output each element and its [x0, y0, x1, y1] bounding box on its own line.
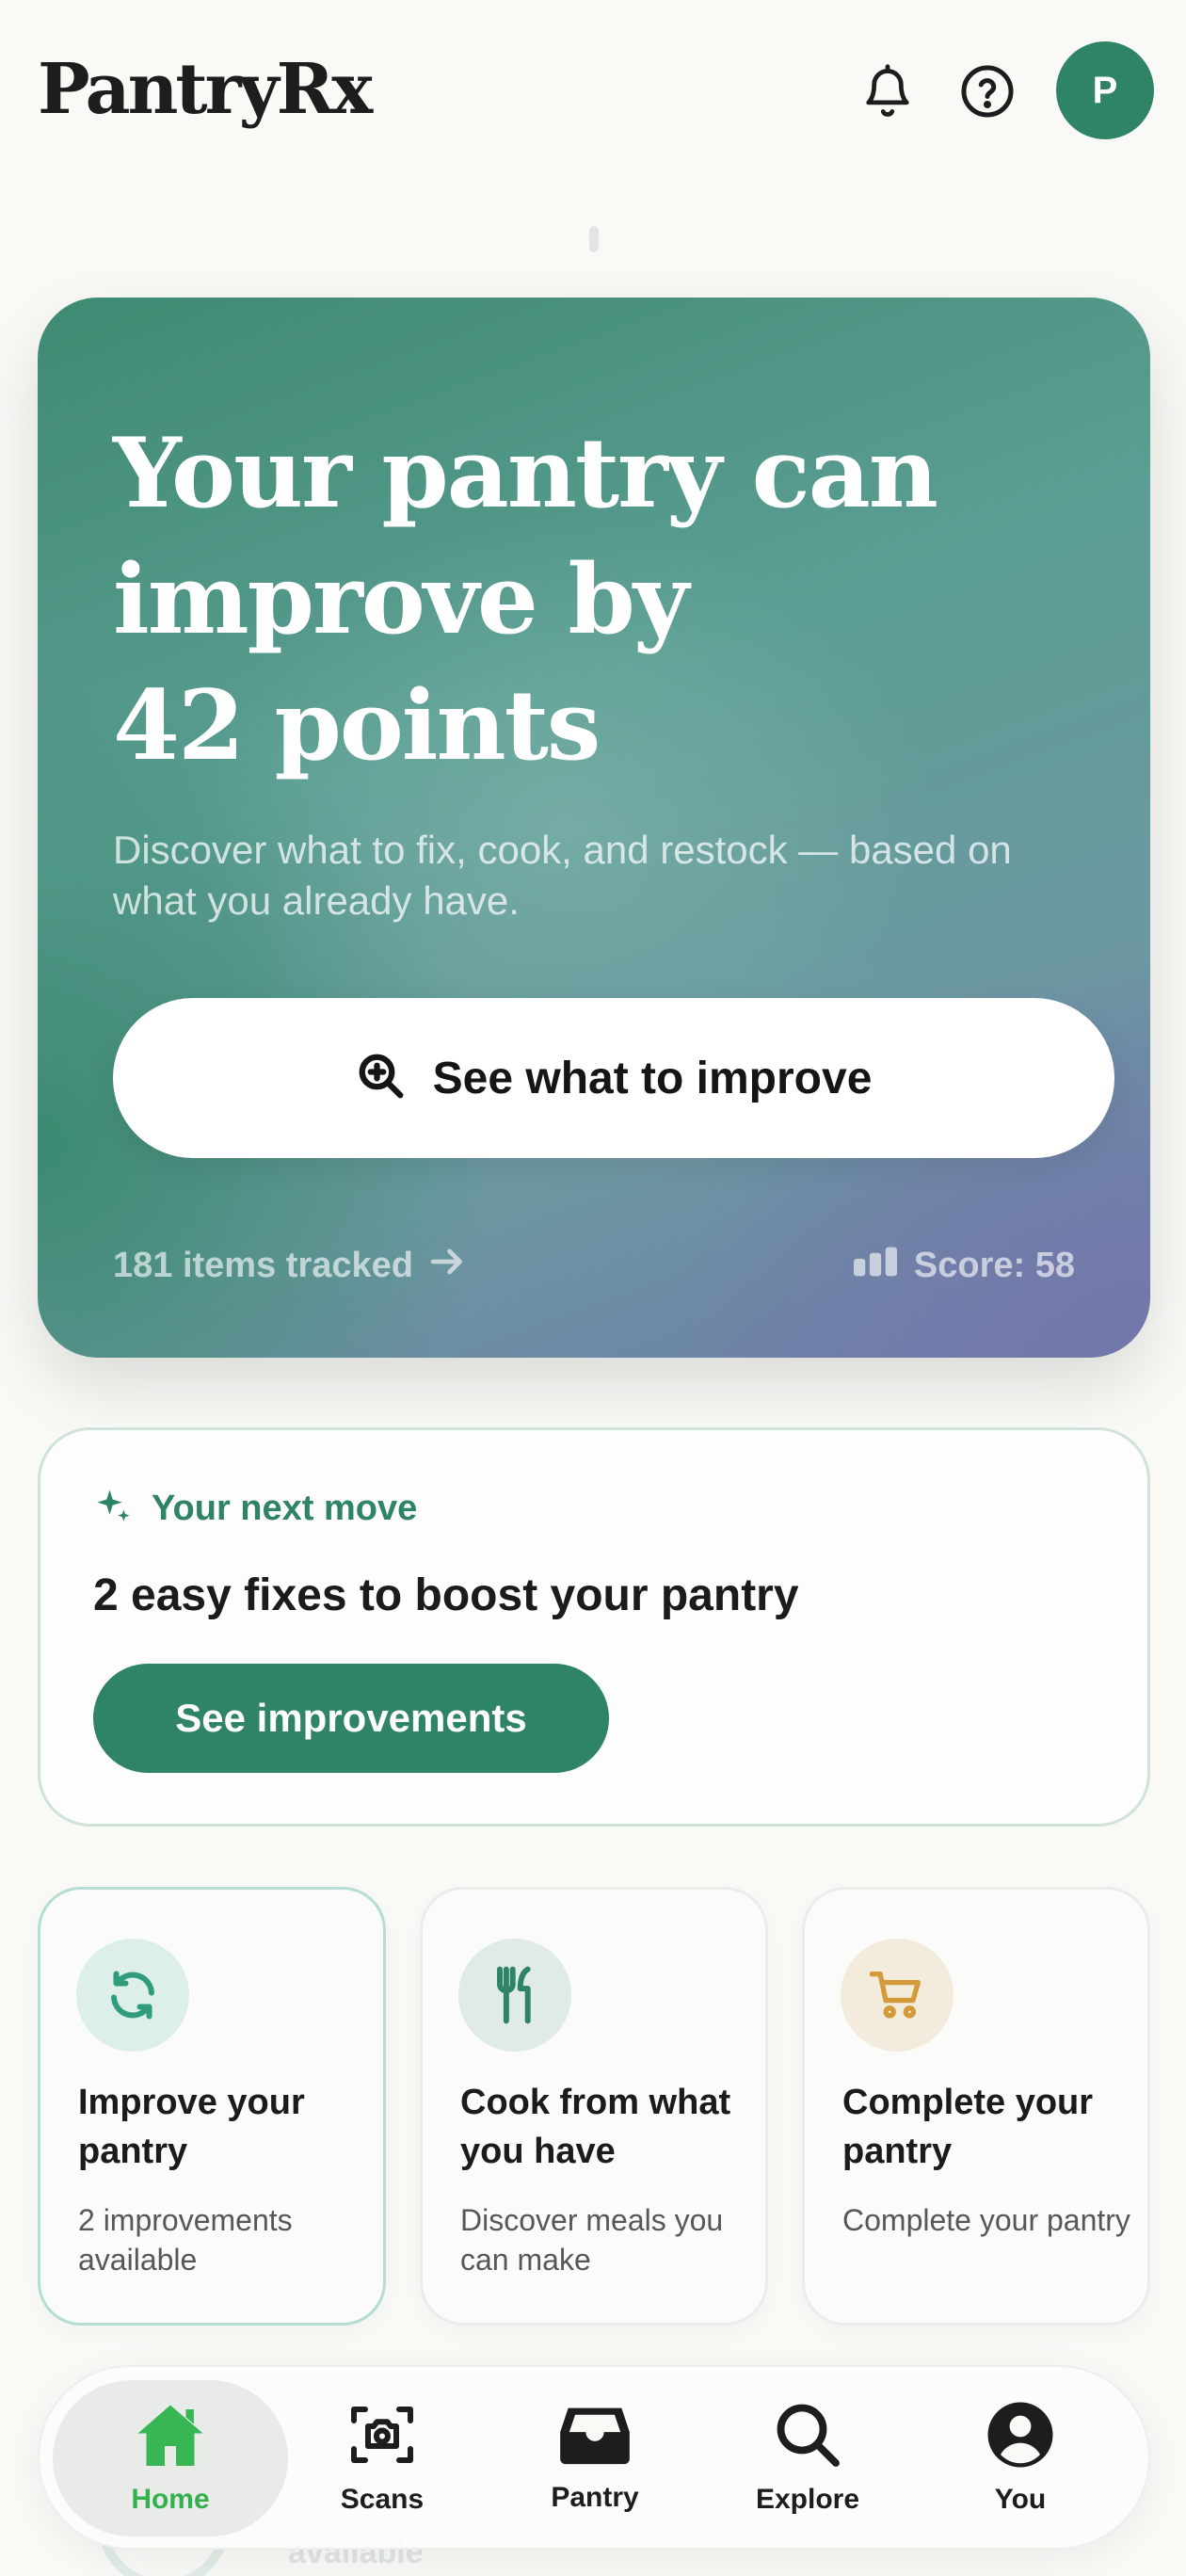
hero-card: Your pantry can improve by 42 points Dis…	[38, 298, 1150, 1358]
nav-label: Home	[131, 2484, 210, 2515]
nav-scans[interactable]: Scans	[279, 2380, 486, 2536]
complete-pantry-card[interactable]: Complete your pantry Complete your pantr…	[802, 1887, 1150, 2326]
improve-pantry-card[interactable]: Improve your pantry 2 improvements avail…	[38, 1887, 386, 2326]
nav-label: You	[994, 2484, 1047, 2515]
next-move-card: Your next move 2 easy fixes to boost you…	[38, 1427, 1150, 1827]
nav-explore[interactable]: Explore	[704, 2380, 911, 2536]
arrow-right-icon	[430, 1246, 466, 1286]
see-improvements-button[interactable]: See improvements	[93, 1664, 609, 1773]
bottom-navigation: Home Scans Pantry Explore You	[38, 2365, 1150, 2550]
user-icon	[986, 2401, 1054, 2472]
hero-title-line-3: 42 points	[113, 669, 601, 782]
hero-title-line-1: Your pantry can	[113, 417, 938, 530]
see-what-to-improve-button[interactable]: See what to improve	[113, 998, 1114, 1158]
items-tracked-label: 181 items tracked	[113, 1245, 413, 1285]
feature-description: 2 improvements available	[78, 2203, 293, 2277]
app-header: PantryRx P	[0, 0, 1186, 179]
fork-knife-icon	[458, 1939, 571, 2052]
nav-label: Explore	[755, 2484, 860, 2515]
next-move-header: Your next move	[93, 1487, 417, 1530]
inbox-tray-icon	[556, 2403, 633, 2471]
scroll-indicator	[589, 226, 599, 252]
bell-icon[interactable]	[855, 58, 921, 124]
nav-home[interactable]: Home	[53, 2380, 288, 2536]
nav-label: Scans	[340, 2484, 425, 2515]
feature-title: Complete your pantry	[842, 2083, 1094, 2171]
cook-from-what-you-have-card[interactable]: Cook from what you have Discover meals y…	[420, 1887, 768, 2326]
home-icon	[133, 2401, 208, 2472]
nav-you[interactable]: You	[917, 2380, 1124, 2536]
score-label: Score: 58	[913, 1245, 1075, 1285]
items-tracked-link[interactable]: 181 items tracked	[113, 1241, 466, 1290]
avatar[interactable]: P	[1056, 41, 1154, 139]
hero-title: Your pantry can improve by 42 points	[113, 411, 1092, 789]
bar-chart-icon	[853, 1246, 897, 1286]
help-icon[interactable]	[954, 58, 1020, 124]
next-move-title: 2 easy fixes to boost your pantry	[93, 1570, 799, 1620]
feature-title: Cook from what you have	[460, 2083, 731, 2171]
hero-subtitle: Discover what to fix, cook, and restock …	[113, 828, 1012, 923]
refresh-icon	[76, 1939, 189, 2052]
nav-pantry[interactable]: Pantry	[491, 2380, 698, 2536]
brand-logo: PantryRx	[38, 49, 373, 130]
hero-title-line-2: improve by	[113, 543, 689, 656]
score-indicator: Score: 58	[853, 1241, 1075, 1290]
feature-title: Improve your pantry	[78, 2083, 305, 2171]
hero-button-label: See what to improve	[432, 1053, 873, 1103]
cart-icon	[841, 1939, 954, 2052]
zoom-in-search-icon	[356, 1051, 407, 1105]
next-move-label: Your next move	[152, 1488, 418, 1528]
feature-description: Complete your pantry	[842, 2203, 1130, 2237]
nav-label: Pantry	[551, 2482, 639, 2513]
search-icon	[774, 2401, 841, 2472]
camera-scan-icon	[348, 2401, 416, 2472]
sparkle-icon	[93, 1487, 133, 1530]
feature-description: Discover meals you can make	[460, 2203, 724, 2277]
